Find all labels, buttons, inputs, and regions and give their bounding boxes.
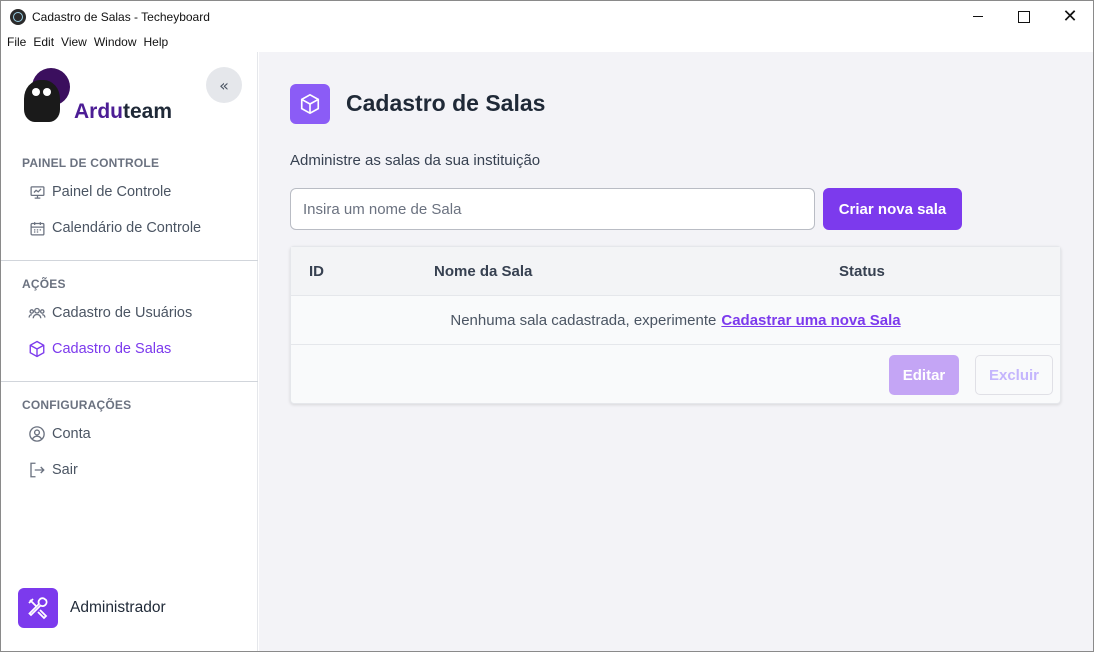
- delete-button[interactable]: Excluir: [975, 355, 1053, 395]
- chevrons-left-icon: «: [219, 75, 229, 95]
- user-profile[interactable]: Administrador: [18, 588, 166, 628]
- sidebar-item-label: Cadastro de Usuários: [52, 305, 193, 321]
- main-content: Cadastro de Salas Administre as salas da…: [259, 52, 1093, 651]
- app-window: Cadastro de Salas - Techeyboard ✕ File E…: [0, 0, 1094, 652]
- user-circle-icon: [28, 425, 46, 443]
- chart-presentation-icon: [28, 183, 46, 201]
- edit-button[interactable]: Editar: [889, 355, 959, 395]
- page-subtitle: Administre as salas da sua instituição: [290, 152, 541, 169]
- owl-logo-icon: [20, 68, 72, 124]
- calendar-icon: [28, 219, 46, 237]
- brand-name-suffix: team: [123, 100, 173, 123]
- sidebar-divider: [1, 260, 258, 261]
- title-bar: Cadastro de Salas - Techeyboard ✕: [1, 1, 1093, 32]
- menu-window[interactable]: Window: [94, 35, 137, 49]
- sidebar-item-calendario[interactable]: Calendário de Controle: [28, 216, 201, 240]
- rooms-table: ID Nome da Sala Status Nenhuma sala cada…: [290, 246, 1061, 404]
- brand[interactable]: Arduteam: [20, 68, 172, 124]
- user-name: Administrador: [70, 599, 166, 616]
- collapse-sidebar-button[interactable]: «: [206, 67, 242, 103]
- create-room-link[interactable]: Cadastrar uma nova Sala: [721, 312, 900, 329]
- brand-name-prefix: Ardu: [74, 100, 123, 123]
- app-icon: [10, 8, 26, 25]
- sidebar-item-label: Cadastro de Salas: [52, 341, 172, 357]
- column-header-nome: Nome da Sala: [434, 263, 533, 280]
- sidebar-item-label: Calendário de Controle: [52, 220, 202, 236]
- empty-state-row: Nenhuma sala cadastrada, experimente Cad…: [291, 296, 1060, 345]
- section-label-acoes: AÇÕES: [22, 277, 66, 291]
- sidebar-item-label: Conta: [52, 426, 91, 442]
- sidebar-divider: [1, 381, 258, 382]
- section-label-painel: PAINEL DE CONTROLE: [22, 156, 160, 170]
- column-header-id: ID: [309, 263, 324, 280]
- page-title: Cadastro de Salas: [346, 90, 546, 116]
- menu-help[interactable]: Help: [144, 35, 169, 49]
- sidebar-item-conta[interactable]: Conta: [28, 422, 91, 446]
- section-label-configuracoes: CONFIGURAÇÕES: [22, 398, 132, 412]
- menu-bar: File Edit View Window Help: [1, 32, 1093, 52]
- window-controls: ✕: [955, 1, 1093, 32]
- tools-icon: [18, 588, 58, 628]
- menu-view[interactable]: View: [61, 35, 87, 49]
- cube-icon: [290, 84, 330, 124]
- logout-icon: [28, 461, 46, 479]
- table-header: ID Nome da Sala Status: [291, 247, 1060, 296]
- menu-file[interactable]: File: [7, 35, 26, 49]
- sidebar-item-sair[interactable]: Sair: [28, 458, 78, 482]
- brand-name: Arduteam: [74, 100, 172, 124]
- menu-edit[interactable]: Edit: [33, 35, 54, 49]
- empty-state-text: Nenhuma sala cadastrada, experimente: [450, 311, 717, 329]
- close-button[interactable]: ✕: [1047, 1, 1093, 32]
- sidebar: Arduteam « PAINEL DE CONTROLE Painel de …: [1, 52, 258, 651]
- sidebar-item-cadastro-usuarios[interactable]: Cadastro de Usuários: [28, 301, 192, 325]
- sidebar-item-label: Sair: [52, 462, 78, 478]
- maximize-button[interactable]: [1001, 1, 1047, 32]
- users-icon: [28, 304, 46, 322]
- sidebar-item-label: Painel de Controle: [52, 184, 172, 200]
- window-title: Cadastro de Salas - Techeyboard: [32, 9, 210, 24]
- cube-icon: [28, 340, 46, 358]
- sidebar-item-cadastro-salas[interactable]: Cadastro de Salas: [28, 337, 171, 361]
- room-name-input[interactable]: [290, 188, 815, 230]
- column-header-status: Status: [839, 263, 885, 280]
- minimize-button[interactable]: [955, 1, 1001, 32]
- create-room-button[interactable]: Criar nova sala: [823, 188, 962, 230]
- sidebar-item-painel-de-controle[interactable]: Painel de Controle: [28, 180, 171, 204]
